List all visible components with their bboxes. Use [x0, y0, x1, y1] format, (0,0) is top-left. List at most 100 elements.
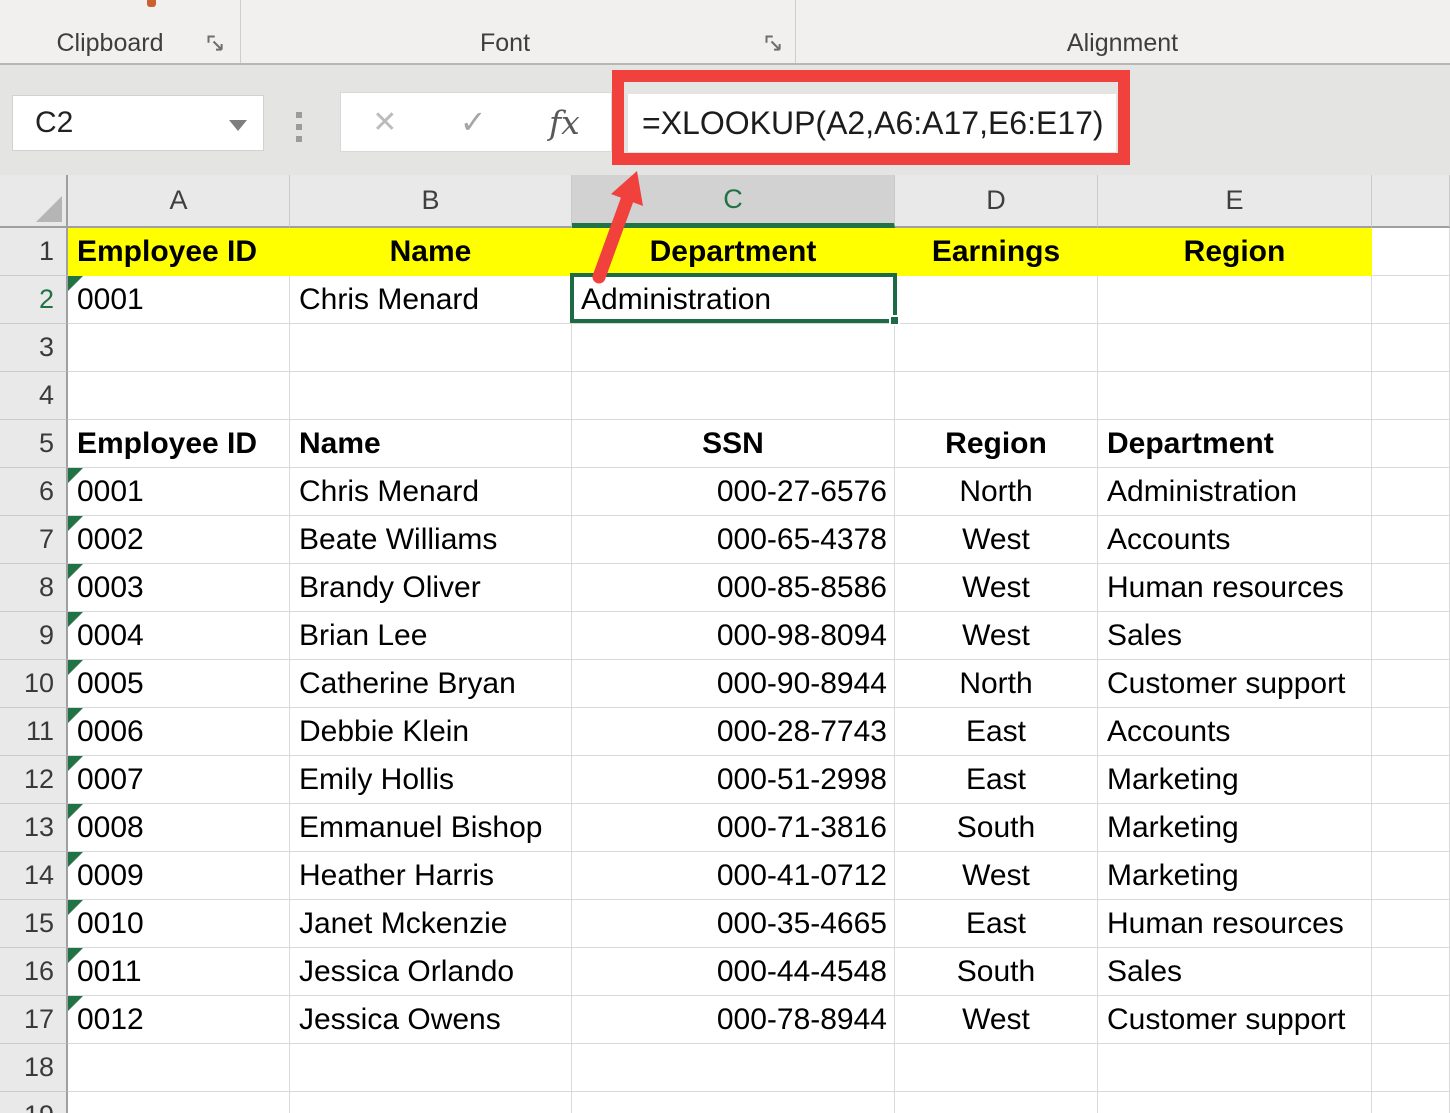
cell-B13[interactable]: Emmanuel Bishop [290, 804, 572, 852]
cell-E1[interactable]: Region [1098, 228, 1372, 276]
row-header-13[interactable]: 13 [0, 804, 68, 852]
cell-A4[interactable] [68, 372, 290, 420]
cell-E10[interactable]: Customer support [1098, 660, 1372, 708]
cell-E11[interactable]: Accounts [1098, 708, 1372, 756]
cell-B5[interactable]: Name [290, 420, 572, 468]
row-header-10[interactable]: 10 [0, 660, 68, 708]
cell-D19[interactable] [895, 1092, 1098, 1113]
cell-D13[interactable]: South [895, 804, 1098, 852]
cell-E14[interactable]: Marketing [1098, 852, 1372, 900]
cell-A8[interactable]: 0003 [68, 564, 290, 612]
cell-A15[interactable]: 0010 [68, 900, 290, 948]
cell-E13[interactable]: Marketing [1098, 804, 1372, 852]
row-header-17[interactable]: 17 [0, 996, 68, 1044]
cell-A13[interactable]: 0008 [68, 804, 290, 852]
cell-B15[interactable]: Janet Mckenzie [290, 900, 572, 948]
row-header-5[interactable]: 5 [0, 420, 68, 468]
cell-D12[interactable]: East [895, 756, 1098, 804]
cell-B18[interactable] [290, 1044, 572, 1092]
row-header-14[interactable]: 14 [0, 852, 68, 900]
cell-F19[interactable] [1372, 1092, 1450, 1113]
select-all-button[interactable] [0, 175, 68, 228]
cell-B19[interactable] [290, 1092, 572, 1113]
cell-F11[interactable] [1372, 708, 1450, 756]
cell-A16[interactable]: 0011 [68, 948, 290, 996]
cell-C2[interactable]: Administration [572, 276, 895, 324]
formula-bar-drag-handle[interactable] [296, 112, 302, 148]
cell-C6[interactable]: 000-27-6576 [572, 468, 895, 516]
cell-A19[interactable] [68, 1092, 290, 1113]
cell-A3[interactable] [68, 324, 290, 372]
cell-E9[interactable]: Sales [1098, 612, 1372, 660]
cancel-icon[interactable]: ✕ [372, 105, 397, 140]
row-header-12[interactable]: 12 [0, 756, 68, 804]
cell-C7[interactable]: 000-65-4378 [572, 516, 895, 564]
cell-B17[interactable]: Jessica Owens [290, 996, 572, 1044]
cell-A12[interactable]: 0007 [68, 756, 290, 804]
cell-D4[interactable] [895, 372, 1098, 420]
cell-F17[interactable] [1372, 996, 1450, 1044]
clipboard-dialog-launcher-icon[interactable] [206, 34, 226, 54]
cell-D11[interactable]: East [895, 708, 1098, 756]
cell-E15[interactable]: Human resources [1098, 900, 1372, 948]
cell-B11[interactable]: Debbie Klein [290, 708, 572, 756]
cell-F14[interactable] [1372, 852, 1450, 900]
insert-function-icon[interactable]: fx [549, 103, 580, 142]
cell-C17[interactable]: 000-78-8944 [572, 996, 895, 1044]
cell-F10[interactable] [1372, 660, 1450, 708]
cell-F3[interactable] [1372, 324, 1450, 372]
cell-C10[interactable]: 000-90-8944 [572, 660, 895, 708]
cell-D3[interactable] [895, 324, 1098, 372]
cell-E2[interactable] [1098, 276, 1372, 324]
cell-C13[interactable]: 000-71-3816 [572, 804, 895, 852]
cell-E12[interactable]: Marketing [1098, 756, 1372, 804]
col-header-A[interactable]: A [68, 175, 290, 228]
row-header-8[interactable]: 8 [0, 564, 68, 612]
cell-B9[interactable]: Brian Lee [290, 612, 572, 660]
cell-E17[interactable]: Customer support [1098, 996, 1372, 1044]
cell-C3[interactable] [572, 324, 895, 372]
cell-D6[interactable]: North [895, 468, 1098, 516]
cell-F8[interactable] [1372, 564, 1450, 612]
col-header-F[interactable] [1372, 175, 1450, 228]
cell-E5[interactable]: Department [1098, 420, 1372, 468]
row-header-7[interactable]: 7 [0, 516, 68, 564]
cell-F12[interactable] [1372, 756, 1450, 804]
cell-C11[interactable]: 000-28-7743 [572, 708, 895, 756]
row-header-6[interactable]: 6 [0, 468, 68, 516]
cell-D7[interactable]: West [895, 516, 1098, 564]
formula-input[interactable]: =XLOOKUP(A2,A6:A17,E6:E17) [628, 94, 1116, 152]
cell-D2[interactable] [895, 276, 1098, 324]
cell-D9[interactable]: West [895, 612, 1098, 660]
cell-D18[interactable] [895, 1044, 1098, 1092]
row-header-15[interactable]: 15 [0, 900, 68, 948]
row-header-9[interactable]: 9 [0, 612, 68, 660]
cell-C15[interactable]: 000-35-4665 [572, 900, 895, 948]
font-dialog-launcher-icon[interactable] [764, 34, 784, 54]
cell-D10[interactable]: North [895, 660, 1098, 708]
cell-B10[interactable]: Catherine Bryan [290, 660, 572, 708]
cell-E4[interactable] [1098, 372, 1372, 420]
cell-C5[interactable]: SSN [572, 420, 895, 468]
col-header-B[interactable]: B [290, 175, 572, 228]
cell-D15[interactable]: East [895, 900, 1098, 948]
cell-D8[interactable]: West [895, 564, 1098, 612]
cell-F15[interactable] [1372, 900, 1450, 948]
cell-B4[interactable] [290, 372, 572, 420]
cell-C1[interactable]: Department [572, 228, 895, 276]
fill-handle[interactable] [889, 315, 900, 326]
cell-E7[interactable]: Accounts [1098, 516, 1372, 564]
row-header-18[interactable]: 18 [0, 1044, 68, 1092]
cell-F13[interactable] [1372, 804, 1450, 852]
row-header-1[interactable]: 1 [0, 228, 68, 276]
col-header-E[interactable]: E [1098, 175, 1372, 228]
cell-A14[interactable]: 0009 [68, 852, 290, 900]
row-header-4[interactable]: 4 [0, 372, 68, 420]
cell-F1[interactable] [1372, 228, 1450, 276]
cell-D1[interactable]: Earnings [895, 228, 1098, 276]
cell-C19[interactable] [572, 1092, 895, 1113]
cell-A18[interactable] [68, 1044, 290, 1092]
col-header-D[interactable]: D [895, 175, 1098, 228]
cell-F18[interactable] [1372, 1044, 1450, 1092]
cell-A17[interactable]: 0012 [68, 996, 290, 1044]
